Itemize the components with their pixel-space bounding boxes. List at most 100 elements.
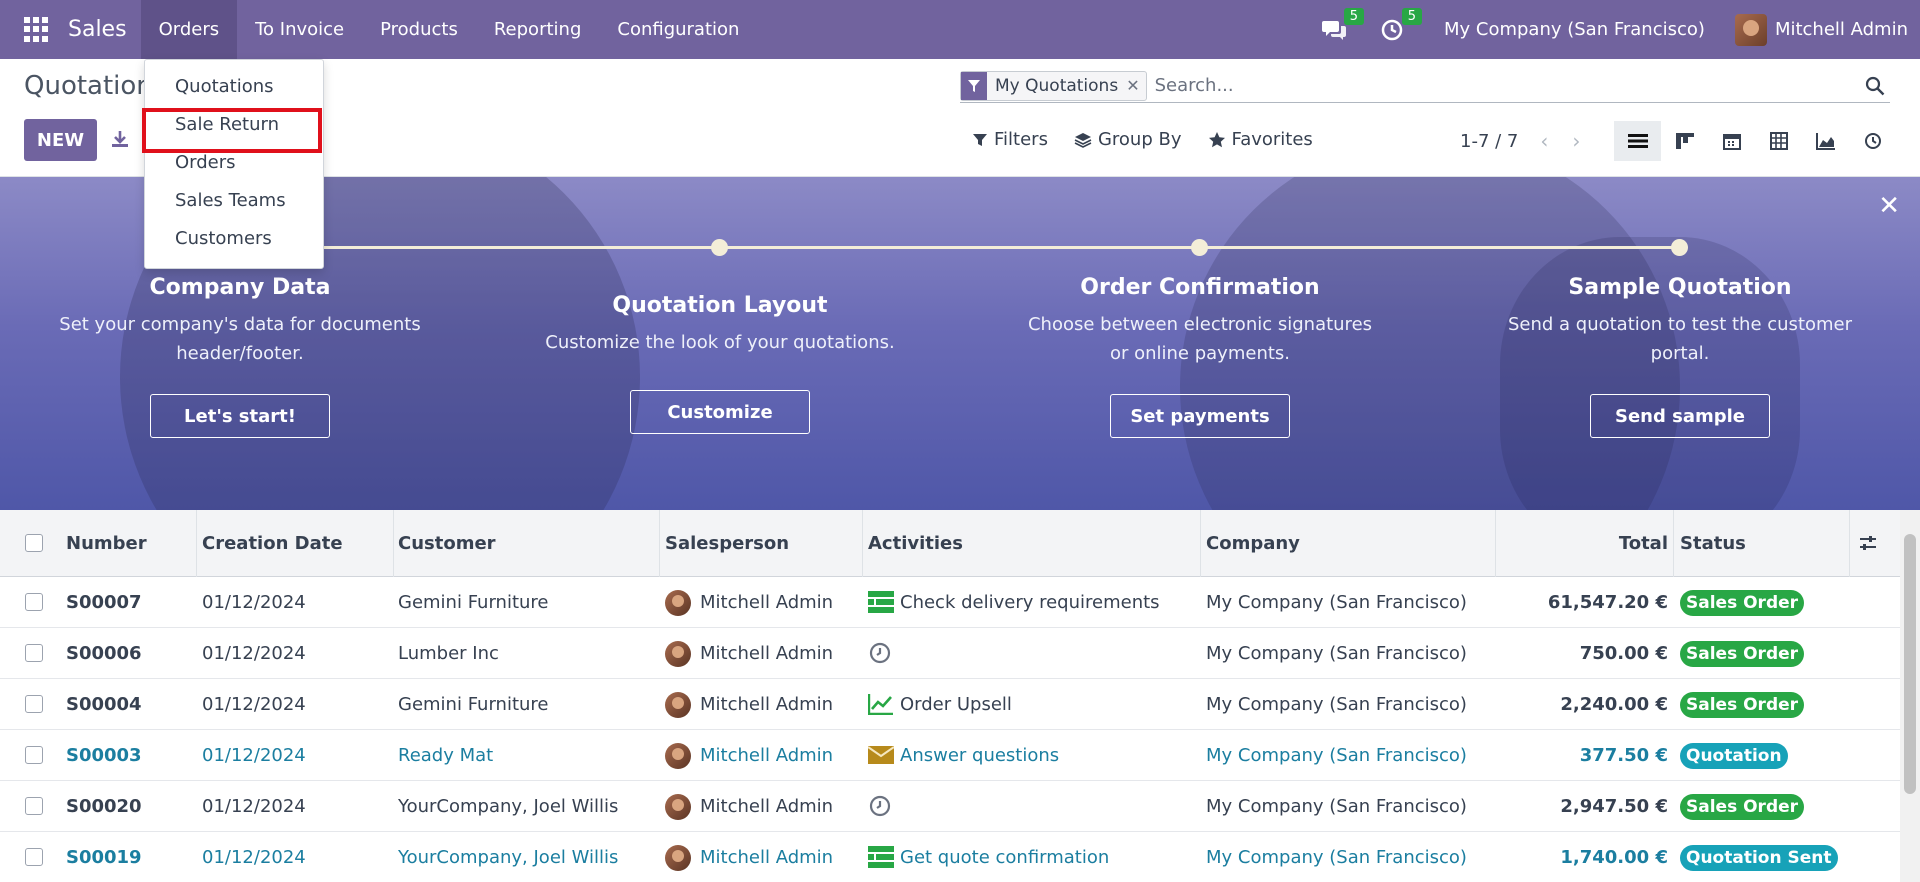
user-menu[interactable]: Mitchell Admin	[1775, 19, 1908, 40]
download-icon[interactable]	[110, 129, 130, 149]
filters-button[interactable]: Filters	[972, 129, 1048, 150]
table-row[interactable]: S00019 01/12/2024 YourCompany, Joel Willis…	[0, 832, 1900, 882]
column-header-customer[interactable]: Customer	[398, 510, 496, 577]
menu-products[interactable]: Products	[362, 0, 476, 59]
column-separator	[1200, 510, 1201, 577]
kanban-view-icon[interactable]	[1661, 121, 1708, 161]
table-row[interactable]: S00004 01/12/2024 Gemini Furniture Mitchell…	[0, 679, 1900, 730]
clock-icon[interactable]	[868, 795, 894, 817]
cell-activity[interactable]: Get quote confirmation	[900, 832, 1109, 882]
cell-activity[interactable]: Answer questions	[900, 730, 1059, 781]
scrollbar[interactable]	[1900, 510, 1920, 882]
cell-creation-date: 01/12/2024	[202, 694, 306, 715]
row-checkbox[interactable]	[25, 644, 43, 662]
step-description: Choose between electronic signatures	[1027, 314, 1373, 335]
step-quotation-layout: Quotation Layout Customize the look of y…	[520, 293, 920, 357]
send-sample-button[interactable]: Send sample	[1590, 394, 1770, 438]
table-row[interactable]: S00007 01/12/2024 Gemini Furniture Mitchell…	[0, 577, 1900, 628]
search-input[interactable]	[1154, 70, 1860, 101]
menu-to-invoice[interactable]: To Invoice	[237, 0, 362, 59]
column-header-total[interactable]: Total	[1500, 510, 1668, 577]
pivot-view-icon[interactable]	[1755, 121, 1802, 161]
company-switcher[interactable]: My Company (San Francisco)	[1444, 19, 1705, 40]
scrollbar-thumb[interactable]	[1904, 534, 1916, 794]
column-header-status[interactable]: Status	[1680, 510, 1746, 577]
step-description: header/footer.	[176, 343, 304, 364]
dropdown-item-sales-teams[interactable]: Sales Teams	[145, 182, 323, 220]
cell-customer: YourCompany, Joel Willis	[398, 847, 619, 868]
column-header-creation-date[interactable]: Creation Date	[202, 510, 343, 577]
menu-configuration[interactable]: Configuration	[599, 0, 757, 59]
cell-activity[interactable]: Check delivery requirements	[900, 577, 1160, 628]
row-checkbox[interactable]	[25, 593, 43, 611]
layers-icon	[1074, 132, 1092, 148]
activity-view-icon[interactable]	[1849, 121, 1896, 161]
lets-start-button[interactable]: Let's start!	[150, 394, 330, 438]
optional-columns-icon[interactable]	[1858, 533, 1878, 553]
facet-remove-icon[interactable]: ✕	[1124, 76, 1145, 95]
clock-icon[interactable]	[868, 642, 894, 664]
search-icon[interactable]	[1860, 71, 1890, 101]
quotations-list: Number Creation Date Customer Salesperso…	[0, 510, 1920, 882]
table-row[interactable]: S00003 01/12/2024 Ready Mat Mitchell Admin A…	[0, 730, 1900, 781]
select-all-checkbox[interactable]	[25, 534, 43, 552]
chart-line-icon[interactable]	[867, 693, 894, 716]
step-order-confirmation: Order Confirmation Choose between electr…	[1000, 275, 1400, 368]
apps-grid-icon[interactable]	[24, 16, 50, 43]
column-header-company[interactable]: Company	[1206, 510, 1300, 577]
close-icon[interactable]: ✕	[1878, 191, 1900, 221]
menu-reporting[interactable]: Reporting	[476, 0, 600, 59]
cell-total: 750.00 €	[1579, 643, 1668, 664]
set-payments-button[interactable]: Set payments	[1110, 394, 1290, 438]
favorites-button[interactable]: Favorites	[1208, 129, 1313, 150]
calendar-view-icon[interactable]	[1708, 121, 1755, 161]
column-header-activities[interactable]: Activities	[868, 510, 963, 577]
group-by-label: Group By	[1097, 129, 1182, 150]
cell-creation-date: 01/12/2024	[202, 796, 306, 817]
row-checkbox[interactable]	[25, 797, 43, 815]
cell-customer: Gemini Furniture	[398, 694, 549, 715]
cell-company: My Company (San Francisco)	[1206, 592, 1467, 613]
row-checkbox[interactable]	[25, 746, 43, 764]
task-icon[interactable]	[868, 846, 894, 868]
new-button[interactable]: NEW	[24, 119, 97, 161]
table-row[interactable]: S00006 01/12/2024 Lumber Inc Mitchell Admin…	[0, 628, 1900, 679]
customize-button[interactable]: Customize	[630, 390, 810, 434]
cell-number: S00020	[66, 796, 142, 817]
cell-activity[interactable]: Order Upsell	[900, 679, 1012, 730]
envelope-icon[interactable]	[867, 744, 895, 766]
column-separator	[393, 510, 394, 577]
salesperson-avatar	[665, 743, 691, 769]
activities-button[interactable]: 5	[1376, 7, 1422, 46]
pager-value[interactable]: 1-7 / 7	[1460, 131, 1518, 152]
chevron-left-icon[interactable]: ‹	[1540, 129, 1552, 153]
task-icon[interactable]	[868, 591, 894, 613]
orders-dropdown-menu: Quotations Sale Return Orders Sales Team…	[144, 59, 324, 269]
top-navbar: Sales Orders To Invoice Products Reporti…	[0, 0, 1920, 59]
app-name[interactable]: Sales	[68, 17, 127, 42]
step-dot	[1671, 239, 1688, 256]
status-badge: Quotation Sent	[1680, 845, 1838, 871]
messages-button[interactable]: 5	[1318, 7, 1364, 46]
cell-salesperson: Mitchell Admin	[700, 592, 834, 613]
group-by-button[interactable]: Group By	[1074, 129, 1182, 150]
column-header-salesperson[interactable]: Salesperson	[665, 510, 789, 577]
step-sample-quotation: Sample Quotation Send a quotation to tes…	[1480, 275, 1880, 368]
search-facet: My Quotations ✕	[960, 70, 1147, 101]
chevron-right-icon[interactable]: ›	[1572, 129, 1584, 153]
menu-orders[interactable]: Orders	[140, 0, 238, 59]
user-avatar[interactable]	[1734, 13, 1767, 46]
dropdown-item-quotations[interactable]: Quotations	[145, 68, 323, 106]
column-header-number[interactable]: Number	[66, 510, 147, 577]
status-badge: Sales Order	[1680, 641, 1805, 667]
dropdown-item-customers[interactable]: Customers	[145, 220, 323, 258]
table-row[interactable]: S00020 01/12/2024 YourCompany, Joel Willis…	[0, 781, 1900, 832]
pager: 1-7 / 7 ‹ ›	[1460, 129, 1604, 153]
salesperson-avatar	[665, 641, 691, 667]
graph-view-icon[interactable]	[1802, 121, 1849, 161]
row-checkbox[interactable]	[25, 695, 43, 713]
list-view-icon[interactable]	[1614, 121, 1661, 161]
status-badge: Sales Order	[1680, 794, 1805, 820]
row-checkbox[interactable]	[25, 848, 43, 866]
cell-total: 1,740.00 €	[1560, 847, 1668, 868]
